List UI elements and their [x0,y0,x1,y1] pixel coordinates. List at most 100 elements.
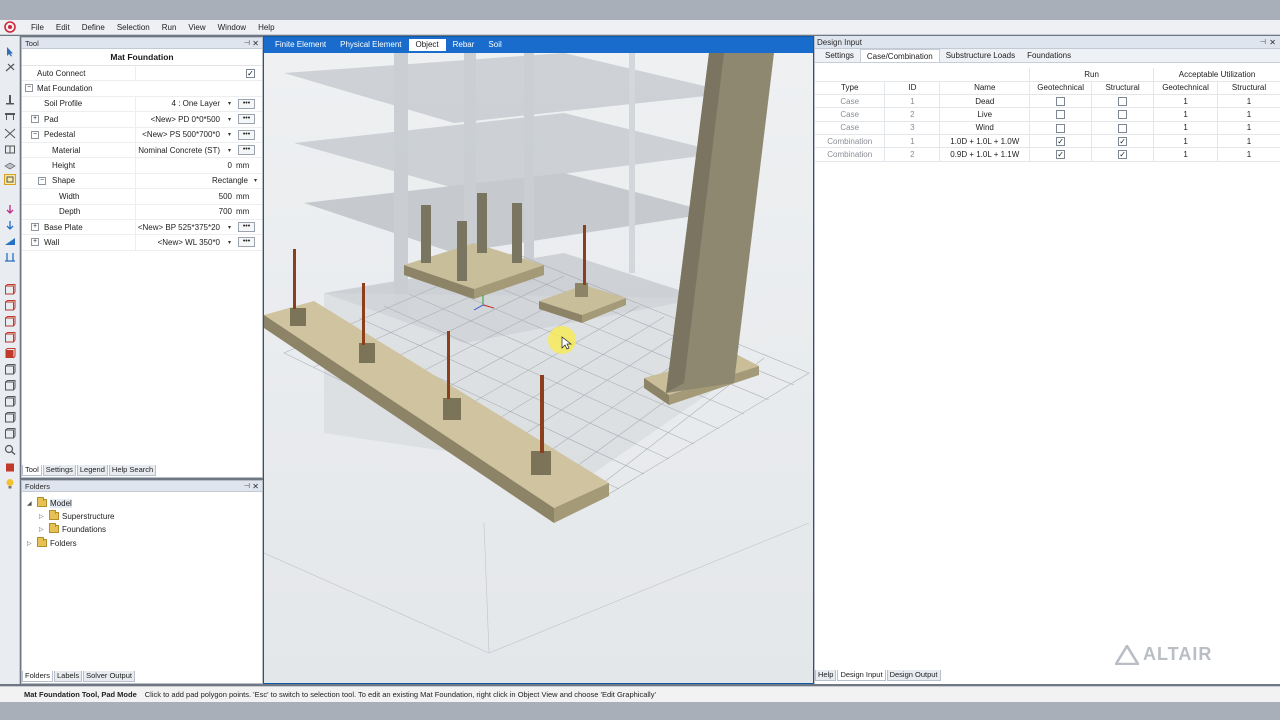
shape-select[interactable]: Rectangle [212,176,248,185]
line-load-icon[interactable] [4,252,16,263]
view-iso-5-icon[interactable] [4,428,16,439]
run-geo-checkbox[interactable] [1056,96,1066,106]
tab-legend[interactable]: Legend [76,465,108,476]
tab-soil[interactable]: Soil [481,39,508,51]
col-run-geotechnical[interactable]: Geotechnical [1029,81,1093,96]
view-top-icon[interactable] [4,348,16,359]
pin-icon[interactable]: ⊣ [244,38,250,49]
tree-expand-icon[interactable]: ▷ [39,513,47,520]
column-tool-icon[interactable] [4,94,16,105]
table-row[interactable]: Case 1 Dead 1 1 [815,94,1280,109]
model-viewport[interactable]: Finite Element Physical Element Object R… [263,36,814,684]
collapse-toggle[interactable]: − [31,130,39,139]
ellipsis-button[interactable]: ••• [238,98,255,109]
menu-view[interactable]: View [182,23,211,32]
prop-row-base-plate[interactable]: + Base Plate <New> BP 525*375*20 ▾ ••• [22,219,262,236]
pin-icon[interactable]: ⊣ [244,481,250,492]
wall-value[interactable]: <New> WL 350*0 [158,238,220,247]
menu-help[interactable]: Help [252,23,280,32]
prop-row-height[interactable]: Height 0 mm [22,158,262,174]
run-geo-checkbox[interactable]: ✓ [1056,136,1066,146]
prop-row-shape[interactable]: − Shape Rectangle ▾ [22,173,262,190]
cell-util-geo[interactable]: 1 [1153,94,1219,109]
cell-util-str[interactable]: 1 [1217,134,1280,149]
pad-value[interactable]: <New> PD 0*0*500 [151,115,220,124]
prop-row-width[interactable]: Width 500 mm [22,189,262,205]
tree-expand-icon[interactable]: ▷ [27,540,35,547]
prop-row-pad[interactable]: + Pad <New> PD 0*0*500 ▾ ••• [22,112,262,128]
cell-util-geo[interactable]: 1 [1153,134,1219,149]
view-iso-icon[interactable] [4,364,16,375]
subtab-foundations[interactable]: Foundations [1021,49,1077,62]
tab-folders[interactable]: Folders [22,671,54,682]
soil-profile-value[interactable]: 4 : One Layer [172,99,220,108]
view-left-icon[interactable] [4,316,16,327]
menu-define[interactable]: Define [76,23,111,32]
cell-name[interactable]: Dead [939,94,1031,109]
ellipsis-button[interactable]: ••• [238,144,255,155]
run-geo-checkbox[interactable]: ✓ [1056,150,1066,160]
slab-tool-icon[interactable] [4,160,16,171]
ellipsis-button[interactable]: ••• [238,221,255,232]
collapse-toggle[interactable]: − [25,84,33,93]
cell-name[interactable]: 0.9D + 1.0L + 1.1W [939,147,1031,162]
run-str-checkbox[interactable] [1118,96,1128,106]
tab-help[interactable]: Help [815,670,837,681]
prop-row-pedestal[interactable]: − Pedestal <New> PS 500*700*0 ▾ ••• [22,127,262,143]
tab-solver-output[interactable]: Solver Output [83,671,135,682]
run-str-checkbox[interactable]: ✓ [1118,150,1128,160]
tree-item-folders[interactable]: ▷ Folders [27,537,77,549]
brace-tool-icon[interactable] [4,128,16,139]
col-type[interactable]: Type [815,81,886,96]
pin-icon[interactable]: ⊣ [1260,36,1266,49]
col-id[interactable]: ID [884,81,941,96]
tab-tool[interactable]: Tool [22,465,42,476]
cell-util-str[interactable]: 1 [1217,147,1280,162]
dropdown-arrow-icon[interactable]: ▾ [228,100,231,107]
3d-scene[interactable] [264,53,813,684]
stop-icon[interactable] [4,462,16,473]
point-load-icon[interactable] [4,220,16,231]
menu-run[interactable]: Run [156,23,183,32]
beam-tool-icon[interactable] [4,110,16,121]
dropdown-arrow-icon[interactable]: ▾ [228,239,231,246]
prop-row-wall[interactable]: + Wall <New> WL 350*0 ▾ ••• [22,235,262,251]
tab-labels[interactable]: Labels [54,671,83,682]
material-value[interactable]: Nominal Concrete (ST) [138,146,220,155]
tip-bulb-icon[interactable] [4,478,16,489]
table-row[interactable]: Case 3 Wind 1 1 [815,121,1280,135]
expand-toggle[interactable]: + [31,222,39,231]
dropdown-arrow-icon[interactable]: ▾ [228,131,231,138]
dropdown-arrow-icon[interactable]: ▾ [228,147,231,154]
snap-icon[interactable] [4,62,16,73]
base-plate-value[interactable]: <New> BP 525*375*20 [138,223,220,232]
prop-row-depth[interactable]: Depth 700 mm [22,204,262,220]
run-geo-checkbox[interactable] [1056,123,1066,133]
prop-row-material[interactable]: Material Nominal Concrete (ST) ▾ ••• [22,142,262,159]
close-icon[interactable]: ✕ [1269,36,1276,49]
tree-item-foundations[interactable]: ▷ Foundations [39,523,106,535]
cell-util-str[interactable]: 1 [1217,94,1280,109]
view-front-icon[interactable] [4,284,16,295]
menu-selection[interactable]: Selection [111,23,156,32]
subtab-settings[interactable]: Settings [819,49,860,62]
col-run-structural[interactable]: Structural [1091,81,1155,96]
depth-input[interactable]: 700 [219,207,232,216]
run-str-checkbox[interactable]: ✓ [1118,136,1128,146]
cell-util-geo[interactable]: 1 [1153,107,1219,122]
table-row[interactable]: Combination 2 0.9D + 1.0L + 1.1W ✓ ✓ 1 1 [815,147,1280,162]
cell-util-str[interactable]: 1 [1217,107,1280,122]
cell-name[interactable]: 1.0D + 1.0L + 1.0W [939,134,1031,149]
view-iso-4-icon[interactable] [4,412,16,423]
view-right-icon[interactable] [4,332,16,343]
cell-util-geo[interactable]: 1 [1153,147,1219,162]
tab-physical-element[interactable]: Physical Element [333,39,408,51]
tab-object[interactable]: Object [408,39,446,51]
subtab-substructure-loads[interactable]: Substructure Loads [940,49,1021,62]
pedestal-value[interactable]: <New> PS 500*700*0 [142,130,220,139]
run-geo-checkbox[interactable] [1056,110,1066,120]
expand-toggle[interactable]: + [31,238,39,247]
pointer-icon[interactable] [4,46,16,57]
tree-expand-icon[interactable]: ▷ [39,526,47,533]
height-input[interactable]: 0 [228,161,232,170]
